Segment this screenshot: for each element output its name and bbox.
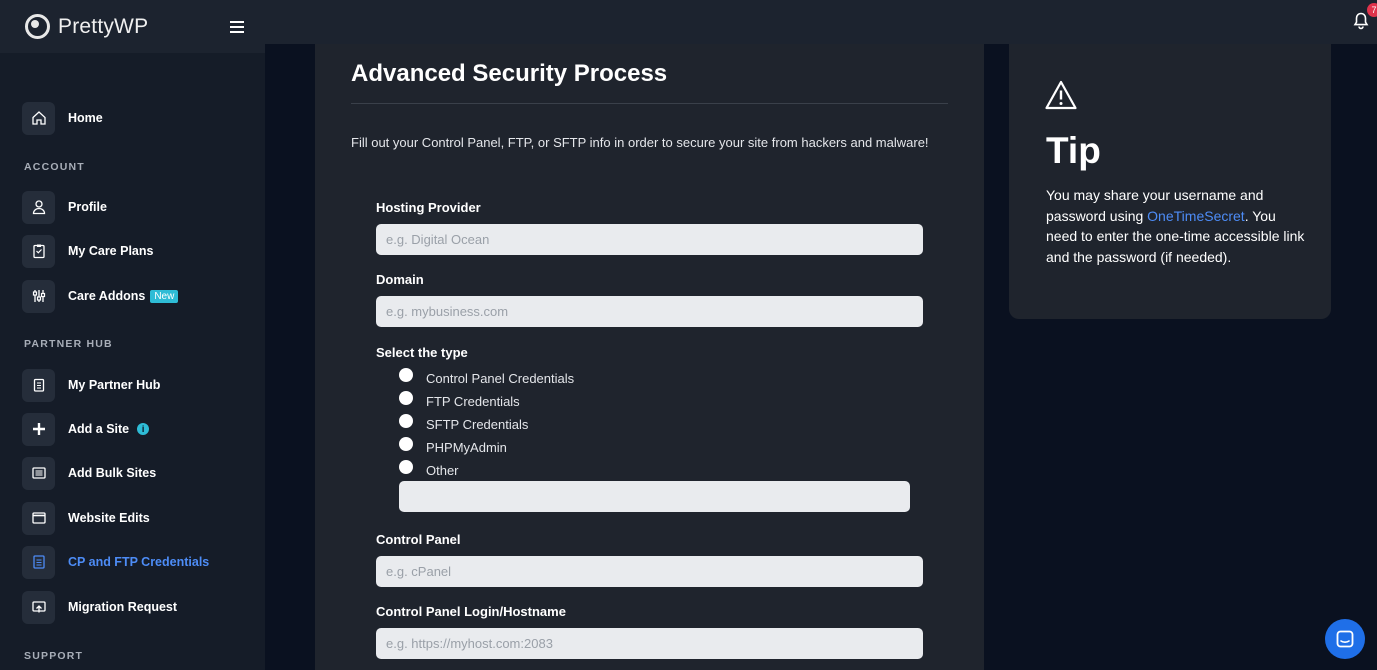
sidebar-item-label: My Partner Hub: [68, 378, 161, 392]
radio-label: Control Panel Credentials: [426, 370, 575, 386]
window-icon: [31, 512, 46, 524]
sidebar-item-website-edits[interactable]: Website Edits: [22, 501, 150, 535]
sidebar-item-label: Add Bulk Sites: [68, 466, 157, 480]
sidebar-item-label: Add a Site: [68, 422, 130, 436]
sidebar-item-add-bulk[interactable]: Add Bulk Sites: [22, 456, 156, 490]
upload-monitor-icon: [31, 601, 46, 613]
radio-label: FTP Credentials: [426, 393, 520, 409]
sidebar-item-care-addons[interactable]: Care Addons New: [22, 279, 179, 313]
divider: [351, 103, 948, 104]
sidebar-item-care-plans[interactable]: My Care Plans: [22, 234, 153, 268]
bell-icon[interactable]: [1353, 12, 1369, 30]
notification-badge: 7: [1367, 3, 1377, 17]
domain-input[interactable]: [376, 296, 923, 327]
home-icon: [31, 111, 46, 125]
section-account: ACCOUNT: [24, 161, 85, 173]
info-icon[interactable]: i: [137, 423, 150, 435]
user-icon: [32, 200, 45, 215]
sidebar-item-migration[interactable]: Migration Request: [22, 590, 177, 624]
sidebar-item-partner-hub[interactable]: My Partner Hub: [22, 368, 160, 402]
radio-button[interactable]: [399, 414, 413, 428]
menu-toggle-icon[interactable]: [230, 21, 244, 33]
domain-label: Domain: [376, 272, 424, 287]
sidebar-item-label: Care Addons: [68, 289, 146, 303]
chat-button[interactable]: [1325, 619, 1365, 659]
control-panel-login-input[interactable]: [376, 628, 923, 659]
radio-button[interactable]: [399, 460, 413, 474]
control-panel-input[interactable]: [376, 556, 923, 587]
hosting-provider-input[interactable]: [376, 224, 923, 255]
radio-button[interactable]: [399, 437, 413, 451]
radio-label: PHPMyAdmin: [426, 439, 507, 455]
chat-icon: [1336, 630, 1354, 648]
sidebar-item-label: Migration Request: [68, 600, 178, 614]
tip-title: Tip: [1046, 130, 1101, 171]
onetimesecret-link[interactable]: OneTimeSecret: [1147, 208, 1245, 224]
sidebar-item-label: CP and FTP Credentials: [68, 555, 210, 569]
security-form-card: Advanced Security Process Fill out your …: [315, 44, 984, 670]
sidebar-item-add-site[interactable]: Add a Site i: [22, 412, 150, 446]
page-title: Advanced Security Process: [351, 60, 668, 87]
sidebar-item-label: My Care Plans: [68, 244, 154, 258]
radio-label: Other: [426, 462, 459, 478]
credentials-icon: [32, 555, 45, 569]
sidebar-item-label: Profile: [68, 200, 107, 214]
radio-button[interactable]: [399, 368, 413, 382]
radio-button[interactable]: [399, 391, 413, 405]
sidebar-item-home[interactable]: Home: [22, 101, 103, 135]
radio-ftp[interactable]: FTP Credentials: [399, 391, 520, 410]
control-panel-login-label: Control Panel Login/Hostname: [376, 604, 566, 619]
radio-control-panel[interactable]: Control Panel Credentials: [399, 368, 575, 387]
plus-icon: [32, 423, 45, 435]
radio-phpmyadmin[interactable]: PHPMyAdmin: [399, 437, 507, 456]
tip-text: You may share your username and password…: [1046, 187, 1305, 265]
sidebar: Home ACCOUNT Profile My Care Plans Care …: [0, 53, 265, 670]
radio-sftp[interactable]: SFTP Credentials: [399, 414, 529, 433]
sidebar-item-label: Website Edits: [68, 511, 150, 525]
radio-other[interactable]: Other: [399, 460, 459, 479]
logo-icon: [25, 14, 50, 39]
brand[interactable]: PrettyWP: [0, 0, 265, 53]
control-panel-label: Control Panel: [376, 532, 461, 547]
warning-icon: [1045, 80, 1077, 110]
sidebar-item-profile[interactable]: Profile: [22, 190, 107, 224]
select-type-label: Select the type: [376, 345, 468, 360]
brand-name: PrettyWP: [58, 14, 149, 38]
list-box-icon: [31, 467, 46, 479]
form-description: Fill out your Control Panel, FTP, or SFT…: [351, 135, 929, 150]
section-partner-hub: PARTNER HUB: [24, 338, 113, 350]
tip-card: Tip You may share your username and pass…: [1009, 44, 1331, 319]
clipboard-icon: [32, 244, 45, 259]
sidebar-item-label: Home: [68, 111, 103, 125]
sliders-icon: [32, 290, 45, 302]
section-support: SUPPORT: [24, 650, 84, 662]
hosting-provider-label: Hosting Provider: [376, 200, 481, 215]
radio-label: SFTP Credentials: [426, 416, 529, 432]
document-icon: [33, 378, 44, 392]
sidebar-item-credentials[interactable]: CP and FTP Credentials: [22, 545, 209, 579]
new-badge: New: [150, 289, 179, 303]
other-type-input[interactable]: [399, 481, 910, 512]
